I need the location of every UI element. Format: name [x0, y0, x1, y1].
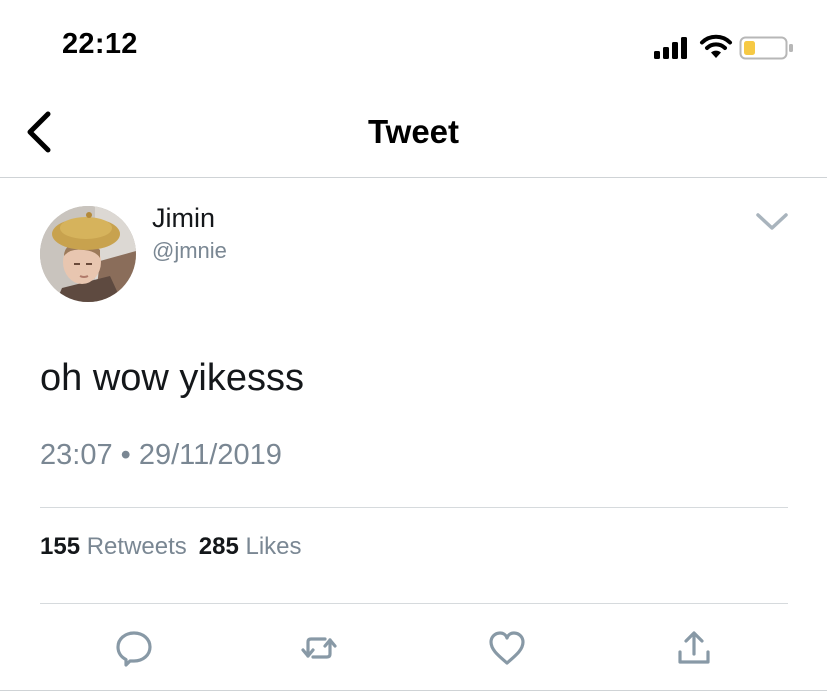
page-title: Tweet: [367, 113, 460, 150]
author-name[interactable]: Jimin: [152, 203, 215, 234]
retweet-button[interactable]: [299, 628, 339, 668]
divider: [40, 603, 788, 604]
tweet-detail-screen: 22:12 Tweet Jimin @jmnie oh wow yikesss …: [0, 0, 827, 694]
bottom-divider: [0, 690, 827, 691]
likes-label: Likes: [245, 533, 302, 560]
share-button[interactable]: [674, 628, 714, 668]
avatar[interactable]: [40, 206, 136, 302]
tweet-text: oh wow yikesss: [40, 357, 304, 399]
like-button[interactable]: [487, 628, 527, 668]
battery-icon: [739, 36, 793, 60]
reply-button[interactable]: [114, 628, 154, 668]
chevron-down-icon: [756, 213, 788, 230]
tweet-menu-button[interactable]: [754, 210, 790, 234]
retweets-count: 155: [40, 533, 81, 560]
like-icon: [489, 631, 525, 665]
author-handle[interactable]: @jmnie: [152, 238, 227, 264]
tweet-timestamp[interactable]: 23:07 • 29/11/2019: [40, 439, 282, 472]
tweet-stats: 155 Retweets 285 Likes: [40, 533, 302, 561]
nav-divider: [0, 177, 827, 178]
status-icons: [650, 34, 800, 64]
retweets-stat[interactable]: 155 Retweets: [40, 533, 187, 560]
reply-icon: [116, 631, 152, 667]
retweet-icon: [301, 637, 337, 659]
share-icon: [678, 631, 710, 664]
likes-stat[interactable]: 285 Likes: [199, 533, 302, 560]
signal-icon: [654, 37, 687, 59]
wifi-icon: [700, 34, 732, 58]
retweets-label: Retweets: [86, 533, 187, 560]
divider: [40, 507, 788, 508]
status-time: 22:12: [62, 28, 138, 60]
likes-count: 285: [198, 533, 239, 560]
avatar-photo: [40, 206, 136, 302]
